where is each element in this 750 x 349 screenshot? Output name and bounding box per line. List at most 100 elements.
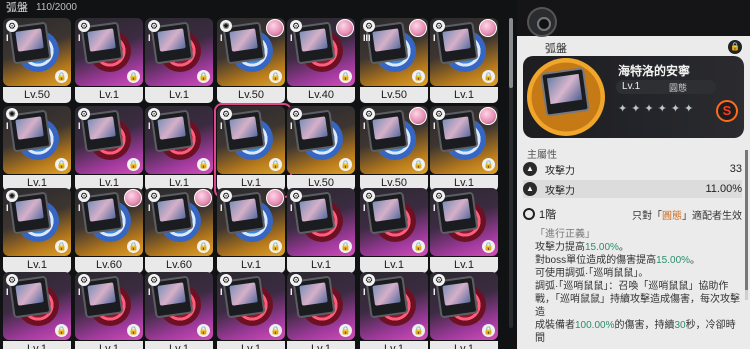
disc-card-art: ⚙ I 🔒: [145, 106, 213, 174]
disc-card-art: ⚙ III 🔒: [360, 18, 428, 86]
gear-type-icon: ⚙: [433, 274, 445, 286]
tier-numeral: I: [78, 33, 81, 43]
tier-numeral: I: [363, 287, 366, 297]
disc-level-label: Lv.1: [75, 87, 143, 103]
disc-card[interactable]: ⚙ I 🔒 Lv.50: [287, 106, 355, 191]
equipped-avatar: [479, 19, 497, 37]
equipped-avatar: [266, 189, 284, 207]
disc-card-art: ⚙ I 🔒: [430, 188, 498, 256]
lock-icon[interactable]: 🔒: [728, 40, 742, 54]
disc-card-art: ⚙ I 🔒: [287, 106, 355, 174]
disc-card[interactable]: ⚙ I 🔒 Lv.1: [430, 18, 498, 103]
tier-numeral: I: [290, 287, 293, 297]
lock-icon: 🔒: [412, 324, 425, 337]
inventory-count: 110/2000: [36, 1, 77, 13]
disc-card[interactable]: ⚙ I 🔒 Lv.1: [287, 272, 355, 349]
gear-type-icon: ⚙: [6, 274, 18, 286]
disc-card[interactable]: ⚙ I 🔒 Lv.1: [75, 18, 143, 103]
disc-card[interactable]: ⚙ I 🔒 Lv.1: [360, 188, 428, 273]
disc-hero-card: 海特洛的安寧 Lv.1 圓態 ✦✦✦✦✦✦ S: [523, 56, 744, 138]
grid-scrollbar[interactable]: [509, 18, 513, 328]
tier-numeral: I: [363, 121, 366, 131]
disc-card[interactable]: ⚙ I 🔒 Lv.1: [145, 106, 213, 191]
disc-card[interactable]: ⚙ I 🔒 Lv.1: [75, 106, 143, 191]
disc-card-art: ⚙ I 🔒: [217, 106, 285, 174]
disc-card[interactable]: ⚙ I 🔒 Lv.1: [3, 272, 71, 349]
disc-card[interactable]: ⚙ I 🔒 Lv.1: [214, 103, 292, 198]
gear-type-icon: ⚙: [290, 274, 302, 286]
lock-icon: 🔒: [269, 240, 282, 253]
disc-card[interactable]: ⚙ I 🔒 Lv.1: [217, 272, 285, 349]
disc-card-art: ⚙ I 🔒: [360, 188, 428, 256]
disc-card-art: ⚙ I 🔒: [75, 18, 143, 86]
tier-numeral: I: [148, 287, 151, 297]
disc-card-art: ⚙ I 🔒: [430, 18, 498, 86]
disc-card[interactable]: ⚙ III 🔒 Lv.50: [360, 18, 428, 103]
disc-card[interactable]: ⚙ I 🔒 Lv.1: [145, 18, 213, 103]
skill-description: 「進行正義」 攻擊力提高15.00%。 對boss單位造成的傷害提高15.00%…: [535, 229, 740, 344]
disc-card[interactable]: ⚙ I 🔒 Lv.1: [145, 272, 213, 349]
gear-type-icon: ⚙: [78, 274, 90, 286]
skill-header: 1階 只對「圓態」適配者生效: [523, 204, 742, 224]
tier-numeral: I: [220, 121, 223, 131]
disc-tab-icon[interactable]: [527, 7, 557, 37]
attack-icon: ▲: [523, 182, 537, 196]
panel-title: 弧盤: [545, 43, 567, 55]
tier-numeral: I: [78, 121, 81, 131]
lock-icon: 🔒: [412, 158, 425, 171]
disc-card[interactable]: ⚙ I 🔒 Lv.50: [360, 106, 428, 191]
tier-numeral: I: [78, 203, 81, 213]
panel-scrollbar[interactable]: [745, 150, 748, 300]
panel-top-bar: [517, 0, 750, 37]
skill-tier: 1階: [539, 209, 557, 221]
lock-icon: 🔒: [197, 158, 210, 171]
disc-card-art: ✺ I 🔒: [3, 188, 71, 256]
lock-icon: 🔒: [482, 324, 495, 337]
gear-type-icon: ⚙: [6, 20, 18, 32]
tier-numeral: I: [6, 33, 9, 43]
lock-icon: 🔒: [339, 70, 352, 83]
tier-numeral: I: [433, 33, 436, 43]
disc-card[interactable]: ✺ I 🔒 Lv.1: [3, 106, 71, 191]
stat-row: ▲ 攻擊力 11.00%: [523, 180, 742, 198]
disc-card[interactable]: ⚙ I 🔒 Lv.1: [287, 188, 355, 273]
tier-numeral: I: [433, 287, 436, 297]
gear-type-icon: ⚙: [363, 274, 375, 286]
disc-card-art: ⚙ I 🔒: [145, 272, 213, 340]
disc-level-label: Lv.1: [217, 257, 285, 273]
swirl-type-icon: ✺: [6, 190, 18, 202]
disc-card-art: ⚙ I 🔒: [360, 106, 428, 174]
disc-card-art: ⚙ I 🔒: [75, 188, 143, 256]
disc-card[interactable]: ✺ I 🔒 Lv.1: [3, 188, 71, 273]
disc-case-art: [540, 67, 590, 117]
disc-card[interactable]: ⚙ I 🔒 Lv.60: [75, 188, 143, 273]
main-attr-title: 主屬性: [527, 150, 557, 161]
disc-card[interactable]: ⚙ I 🔒 Lv.1: [217, 188, 285, 273]
disc-card[interactable]: ⚙ I 🔒 Lv.1: [430, 188, 498, 273]
gear-type-icon: ⚙: [433, 190, 445, 202]
gear-type-icon: ⚙: [78, 108, 90, 120]
disc-card[interactable]: ✺ I 🔒 Lv.50: [217, 18, 285, 103]
disc-card[interactable]: ⚙ I 🔒 Lv.60: [145, 188, 213, 273]
disc-card[interactable]: ⚙ I 🔒 Lv.1: [430, 272, 498, 349]
disc-card-art: ⚙ I 🔒: [287, 188, 355, 256]
lock-icon: 🔒: [55, 240, 68, 253]
disc-card-art: ⚙ I 🔒: [430, 272, 498, 340]
lock-icon: 🔒: [55, 158, 68, 171]
tier-numeral: I: [290, 121, 293, 131]
gear-type-icon: ⚙: [220, 274, 232, 286]
inventory-header: 弧盤 110/2000: [0, 0, 505, 15]
gear-type-icon: ⚙: [148, 108, 160, 120]
grid-scroll-thumb[interactable]: [509, 18, 513, 88]
gear-type-icon: ⚙: [290, 190, 302, 202]
lock-icon: 🔒: [55, 324, 68, 337]
gear-type-icon: ⚙: [148, 190, 160, 202]
disc-card[interactable]: ⚙ I 🔒 Lv.1: [75, 272, 143, 349]
disc-card[interactable]: ⚙ I 🔒 Lv.1: [360, 272, 428, 349]
tier-numeral: I: [6, 287, 9, 297]
lock-icon: 🔒: [339, 324, 352, 337]
disc-card[interactable]: ⚙ I 🔒 Lv.50: [3, 18, 71, 103]
disc-card[interactable]: ⚙ I 🔒 Lv.40: [287, 18, 355, 103]
panel-scroll-thumb[interactable]: [745, 150, 748, 290]
disc-card[interactable]: ⚙ I 🔒 Lv.1: [430, 106, 498, 191]
